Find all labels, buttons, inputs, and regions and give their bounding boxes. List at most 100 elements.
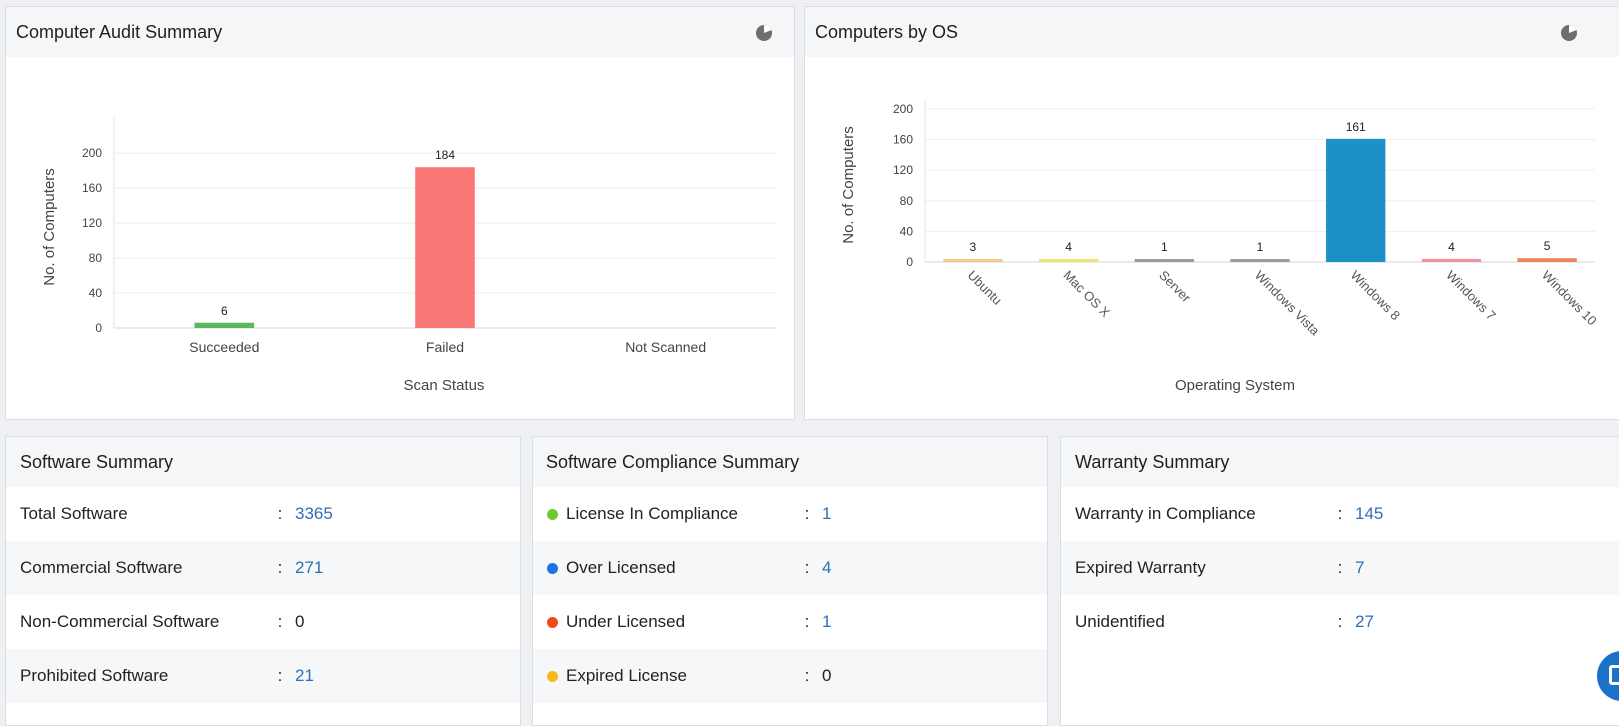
bar	[1326, 138, 1386, 262]
bar	[1230, 259, 1290, 262]
panel-header: Computer Audit Summary	[6, 7, 794, 57]
x-tick-label: Server	[1156, 268, 1194, 306]
row-label-text: Prohibited Software	[20, 666, 169, 685]
row-label: Unidentified	[1075, 612, 1325, 632]
x-axis-title: Operating System	[1175, 377, 1295, 394]
y-tick-label: 200	[893, 102, 913, 116]
data-label: 161	[1346, 120, 1366, 134]
bar	[194, 322, 255, 328]
x-tick-label: Windows Vista	[1252, 268, 1323, 339]
summary-row: Prohibited Software:21	[6, 649, 520, 703]
y-tick-label: 80	[89, 251, 103, 265]
row-label-text: License In Compliance	[566, 504, 738, 523]
row-value-link[interactable]: 1	[822, 504, 831, 524]
x-axis-title: Scan Status	[404, 377, 485, 394]
x-tick-label: Windows 8	[1348, 268, 1404, 324]
row-label-text: Non-Commercial Software	[20, 612, 220, 631]
row-value-link[interactable]: 3365	[295, 504, 333, 524]
summary-row: Total Software:3365	[6, 487, 520, 541]
data-label: 4	[1065, 240, 1072, 254]
status-dot-icon	[547, 670, 558, 682]
summary-row: Commercial Software:271	[6, 541, 520, 595]
panel-title: Software Summary	[20, 451, 174, 472]
bar	[1517, 258, 1577, 262]
summary-row: Expired License:0	[533, 649, 1047, 703]
row-colon: :	[804, 504, 810, 523]
y-tick-label: 80	[900, 194, 914, 208]
row-value-link[interactable]: 145	[1355, 504, 1383, 524]
row-label: Commercial Software	[20, 558, 265, 578]
summary-row: Over Licensed:4	[533, 541, 1047, 595]
computers-by-os-panel: Computers by OS 0 40 80 120 160 200 3 Ubuntu 4 Ma…	[804, 6, 1619, 420]
status-dot-icon	[547, 508, 558, 520]
x-tick-label: Mac OS X	[1060, 268, 1113, 321]
warranty-summary-list: Warranty in Compliance:145 Expired Warran…	[1061, 487, 1619, 649]
data-label: 4	[1448, 240, 1455, 254]
data-label: 1	[1257, 240, 1264, 254]
row-label: Under Licensed	[547, 612, 792, 632]
y-axis-title: No. of Computers	[41, 168, 58, 286]
y-tick-label: 120	[893, 163, 913, 177]
x-tick-label: Succeeded	[189, 339, 259, 355]
data-label: 6	[221, 304, 228, 318]
y-tick-label: 200	[82, 146, 102, 160]
row-label: Prohibited Software	[20, 666, 265, 686]
bar	[1421, 258, 1482, 262]
data-label: 184	[435, 148, 455, 162]
row-colon: :	[277, 666, 283, 685]
y-axis-title: No. of Computers	[840, 126, 857, 244]
row-label: Over Licensed	[547, 558, 792, 578]
y-tick-label: 120	[82, 216, 102, 230]
bar	[1134, 259, 1194, 262]
panel-header: Computers by OS	[805, 7, 1619, 57]
software-summary-list: Total Software:3365 Commercial Software:2…	[6, 487, 520, 703]
row-value-link[interactable]: 27	[1355, 612, 1374, 632]
x-tick-label: Failed	[426, 339, 464, 355]
summary-row: Expired Warranty:7	[1061, 541, 1619, 595]
x-tick-label: Windows 10	[1539, 268, 1600, 329]
y-tick-label: 0	[95, 321, 102, 335]
summary-row: License In Compliance:1	[533, 487, 1047, 541]
row-colon: :	[1337, 612, 1343, 631]
row-label-text: Under Licensed	[566, 612, 686, 631]
row-colon: :	[1337, 504, 1343, 523]
bar	[943, 259, 1003, 262]
row-value-link[interactable]: 1	[822, 612, 831, 632]
x-tick-label: Ubuntu	[965, 268, 1005, 308]
bar	[1038, 258, 1099, 262]
row-colon: :	[804, 666, 810, 685]
row-value-link[interactable]: 21	[295, 666, 314, 686]
row-label-text: Unidentified	[1075, 612, 1165, 631]
pie-chart-icon[interactable]	[1559, 23, 1579, 43]
pie-chart-icon[interactable]	[754, 23, 774, 43]
row-label: Warranty in Compliance	[1075, 504, 1325, 524]
row-label-text: Over Licensed	[566, 558, 676, 577]
row-label: License In Compliance	[547, 504, 792, 524]
data-label: 1	[1161, 240, 1168, 254]
row-colon: :	[277, 504, 283, 523]
y-tick-label: 40	[900, 224, 914, 238]
status-dot-icon	[547, 562, 558, 574]
row-value-link[interactable]: 271	[295, 558, 323, 578]
row-label-text: Expired License	[566, 666, 687, 685]
software-compliance-panel: Software Compliance Summary License In C…	[532, 436, 1048, 726]
y-tick-label: 0	[906, 255, 913, 269]
y-tick-label: 40	[89, 286, 103, 300]
row-value-link[interactable]: 4	[822, 558, 831, 578]
row-value-link[interactable]: 7	[1355, 558, 1364, 578]
row-colon: :	[804, 612, 810, 631]
x-tick-label: Windows 7	[1443, 268, 1499, 324]
row-label: Expired License	[547, 666, 792, 686]
row-value-link: 0	[295, 612, 305, 631]
warranty-summary-panel: Warranty Summary Warranty in Compliance:…	[1060, 436, 1619, 726]
panel-header: Software Compliance Summary	[533, 437, 1047, 487]
data-label: 3	[970, 240, 977, 254]
row-label-text: Total Software	[20, 504, 128, 523]
panel-title: Computers by OS	[815, 21, 959, 42]
computer-audit-summary-panel: Computer Audit Summary 0 40 80 120 160 200 6 Su…	[5, 6, 795, 420]
row-label: Expired Warranty	[1075, 558, 1325, 578]
row-colon: :	[277, 612, 283, 631]
row-label-text: Expired Warranty	[1075, 558, 1206, 577]
summary-row: Non-Commercial Software:0	[6, 595, 520, 649]
row-label: Total Software	[20, 504, 265, 524]
